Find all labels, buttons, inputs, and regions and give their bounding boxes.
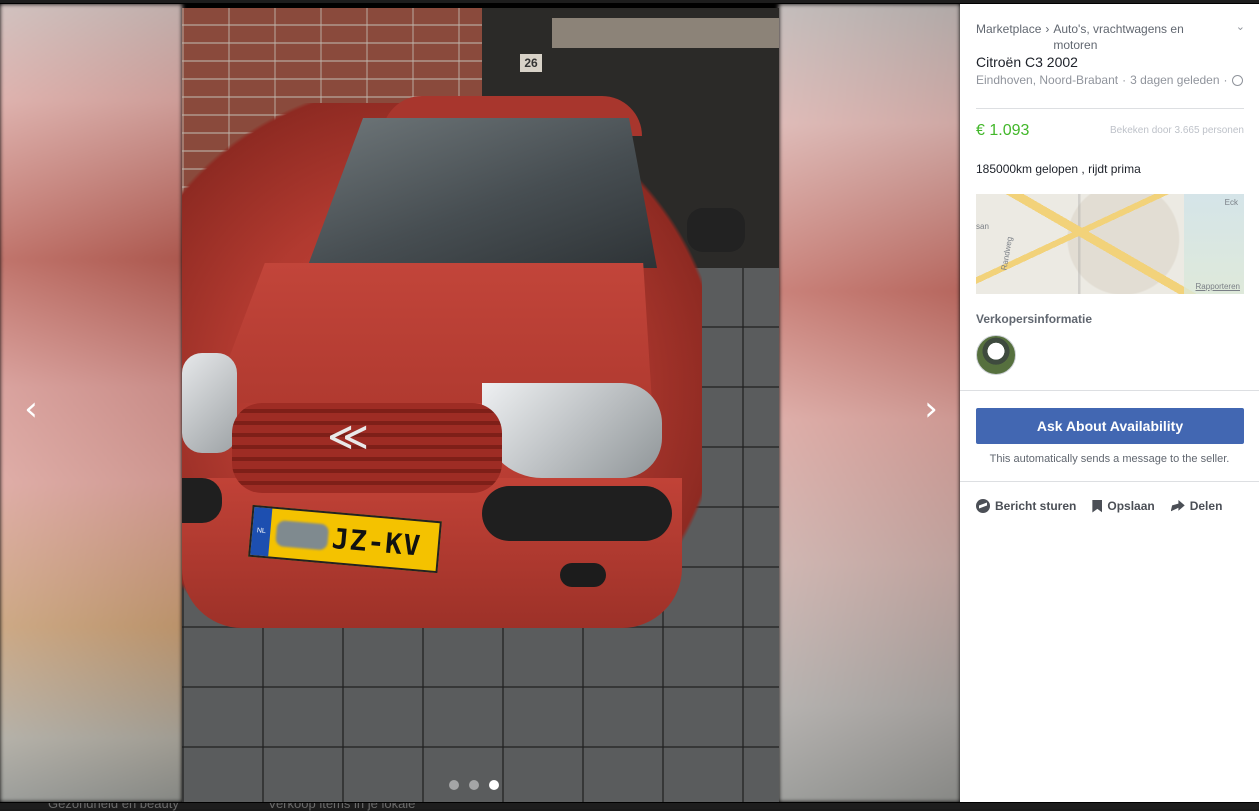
map-label: Eck bbox=[1224, 198, 1238, 207]
car-headlight-right bbox=[482, 383, 662, 478]
car-bumper-strip-left bbox=[182, 478, 222, 523]
globe-icon bbox=[1231, 74, 1243, 86]
listing-modal: 26 ≪ NL JZ-KV ‹ › Marketplace › Auto's, … bbox=[0, 4, 1259, 802]
listing-location[interactable]: Eindhoven, Noord-Brabant bbox=[976, 73, 1118, 87]
plate-redacted-area bbox=[275, 520, 330, 551]
chevron-right-icon: › bbox=[924, 389, 938, 429]
message-button-label: Bericht sturen bbox=[995, 499, 1077, 513]
location-map[interactable]: san Randweg Eck Rapporteren bbox=[976, 194, 1244, 294]
share-button[interactable]: Delen bbox=[1170, 499, 1223, 513]
share-button-label: Delen bbox=[1189, 499, 1223, 513]
map-label: Randweg bbox=[999, 236, 1015, 271]
breadcrumb-separator: › bbox=[1045, 22, 1050, 36]
photo-house-number: 26 bbox=[520, 54, 542, 72]
seller-avatar[interactable] bbox=[976, 335, 1016, 375]
car-windshield bbox=[307, 118, 657, 268]
breadcrumb-marketplace[interactable]: Marketplace bbox=[976, 21, 1041, 53]
share-icon bbox=[1170, 500, 1185, 512]
divider bbox=[960, 390, 1259, 391]
save-button[interactable]: Opslaan bbox=[1092, 499, 1155, 513]
bookmark-icon bbox=[1092, 499, 1103, 513]
photo-dot-3[interactable] bbox=[489, 780, 499, 790]
chevron-down-icon[interactable]: ⌄ bbox=[1236, 20, 1245, 33]
listing-details-panel: Marketplace › Auto's, vrachtwagens en mo… bbox=[960, 4, 1259, 802]
listing-posted-time: 3 dagen geleden bbox=[1130, 73, 1220, 87]
breadcrumb: Marketplace › Auto's, vrachtwagens en mo… bbox=[976, 21, 1226, 53]
photo-garage-frame bbox=[552, 18, 779, 48]
listing-photo: 26 ≪ NL JZ-KV bbox=[182, 8, 779, 802]
plate-country-code: NL bbox=[250, 506, 273, 557]
photo-dot-2[interactable] bbox=[469, 780, 479, 790]
message-button[interactable]: Bericht sturen bbox=[976, 499, 1076, 513]
meta-separator: · bbox=[1122, 73, 1127, 87]
photo-viewer: 26 ≪ NL JZ-KV ‹ › bbox=[0, 4, 960, 802]
view-count: Bekeken door 3.665 personen bbox=[1110, 125, 1244, 136]
listing-title: Citroën C3 2002 bbox=[976, 54, 1078, 70]
previous-photo-button[interactable]: ‹ bbox=[16, 392, 46, 426]
meta-separator: · bbox=[1223, 73, 1228, 87]
cta-note: This automatically sends a message to th… bbox=[989, 453, 1230, 465]
map-water bbox=[1184, 194, 1244, 294]
car-mirror bbox=[687, 208, 745, 252]
ask-availability-button[interactable]: Ask About Availability bbox=[976, 408, 1244, 444]
chevron-left-icon: ‹ bbox=[24, 389, 38, 429]
car-bumper-strip-right bbox=[482, 486, 672, 541]
next-photo-button[interactable]: › bbox=[916, 392, 946, 426]
photo-dot-1[interactable] bbox=[449, 780, 459, 790]
divider bbox=[960, 481, 1259, 482]
car-fog-light bbox=[560, 563, 606, 587]
car-hood bbox=[212, 263, 652, 403]
car-headlight-left bbox=[182, 353, 237, 453]
listing-price: € 1.093 bbox=[976, 122, 1030, 139]
messenger-icon bbox=[976, 499, 990, 513]
citroen-logo-icon: ≪ bbox=[327, 415, 369, 459]
seller-info-heading: Verkopersinformatie bbox=[976, 312, 1093, 326]
photo-pagination bbox=[449, 780, 499, 790]
map-label: san bbox=[976, 222, 989, 231]
save-button-label: Opslaan bbox=[1107, 499, 1155, 513]
plate-text: JZ-KV bbox=[330, 521, 423, 563]
listing-meta: Eindhoven, Noord-Brabant · 3 dagen geled… bbox=[976, 73, 1243, 87]
listing-actions: Bericht sturen Opslaan Delen bbox=[976, 499, 1222, 513]
map-report-link[interactable]: Rapporteren bbox=[1196, 282, 1240, 291]
breadcrumb-category[interactable]: Auto's, vrachtwagens en motoren bbox=[1053, 21, 1193, 53]
listing-description: 185000km gelopen , rijdt prima bbox=[976, 162, 1141, 176]
divider bbox=[976, 108, 1244, 109]
